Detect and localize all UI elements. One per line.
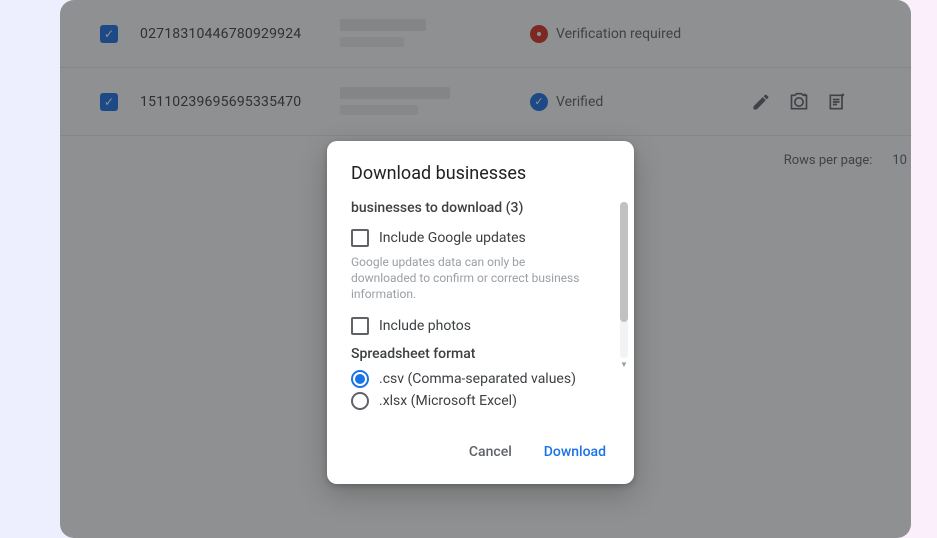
format-radio-csv-label: .csv (Comma-separated values) xyxy=(379,371,576,387)
format-radio-xlsx[interactable] xyxy=(351,392,369,410)
dialog-scroll-arrow-down-icon[interactable]: ▼ xyxy=(620,360,628,369)
download-businesses-dialog: Download businesses ▼ businesses to down… xyxy=(327,141,634,484)
include-google-updates-label: Include Google updates xyxy=(379,228,526,248)
download-button[interactable]: Download xyxy=(540,438,610,466)
include-photos-checkbox[interactable] xyxy=(351,317,369,335)
format-option-xlsx[interactable]: .xlsx (Microsoft Excel) xyxy=(351,392,610,410)
include-photos-option[interactable]: Include photos xyxy=(351,316,610,336)
dialog-footer: Cancel Download xyxy=(327,414,634,484)
dialog-title: Download businesses xyxy=(327,141,634,200)
format-radio-csv[interactable] xyxy=(351,370,369,388)
include-google-updates-checkbox[interactable] xyxy=(351,229,369,247)
dialog-body: ▼ businesses to download (3) Include Goo… xyxy=(327,200,634,410)
dialog-scroll-thumb[interactable] xyxy=(620,202,628,322)
include-google-updates-option[interactable]: Include Google updates xyxy=(351,228,610,248)
format-option-csv[interactable]: .csv (Comma-separated values) xyxy=(351,370,610,388)
include-photos-label: Include photos xyxy=(379,316,471,336)
include-google-updates-hint: Google updates data can only be download… xyxy=(351,254,610,302)
format-radio-xlsx-label: .xlsx (Microsoft Excel) xyxy=(379,393,517,409)
businesses-count-heading: businesses to download (3) xyxy=(351,200,610,216)
spreadsheet-format-label: Spreadsheet format xyxy=(351,346,610,362)
cancel-button[interactable]: Cancel xyxy=(465,438,516,466)
